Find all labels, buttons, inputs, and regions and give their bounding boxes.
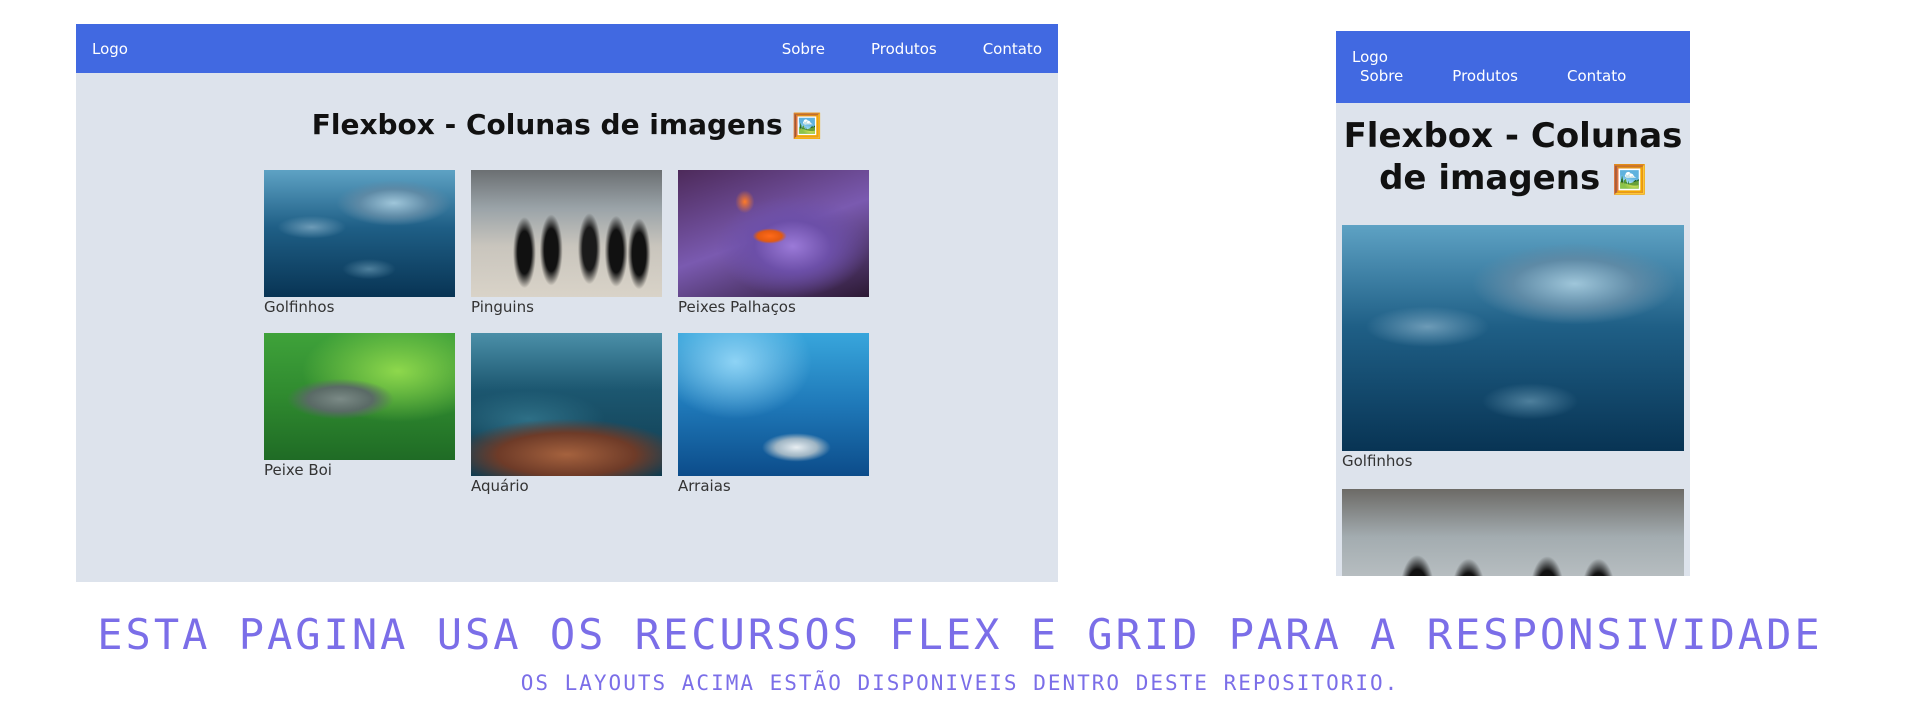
gallery-caption: Aquário: [471, 477, 529, 495]
page-title-text: Flexbox - Colunas de imagens: [311, 108, 783, 141]
mobile-preview: Logo Sobre Produtos Contato Flexbox - Co…: [1336, 31, 1690, 576]
penguins-image: [471, 170, 662, 297]
nav-link-sobre[interactable]: Sobre: [782, 40, 825, 58]
nav-links: Sobre Produtos Contato: [782, 40, 1042, 58]
gallery-item: Peixe Boi: [264, 333, 455, 480]
nav-link-contato[interactable]: Contato: [983, 40, 1042, 58]
mobile-navbar: Logo Sobre Produtos Contato: [1336, 31, 1690, 103]
desktop-preview: Logo Sobre Produtos Contato Flexbox - Co…: [76, 24, 1058, 582]
penguins-image: [1342, 489, 1684, 576]
gallery-item: Arraias: [678, 333, 869, 496]
gallery-item: Aquário: [471, 333, 662, 496]
page-title: Flexbox - Colunas de imagens 🖼️: [76, 107, 1058, 144]
nav-link-produtos[interactable]: Produtos: [871, 40, 937, 58]
dolphins-image: [264, 170, 455, 297]
responsive-headline: Esta pagina usa os recursos flex e grid …: [97, 610, 1823, 659]
picture-icon: 🖼️: [792, 112, 823, 140]
nav-link-sobre[interactable]: Sobre: [1360, 67, 1403, 85]
page-title: Flexbox - Colunas de imagens 🖼️: [1336, 115, 1690, 201]
nav-link-contato[interactable]: Contato: [1567, 67, 1626, 85]
gallery-caption: Arraias: [678, 477, 731, 495]
gallery-caption: Pinguins: [471, 298, 534, 316]
picture-icon: 🖼️: [1612, 163, 1647, 196]
nav-logo[interactable]: Logo: [92, 40, 782, 58]
gallery-item: Golfinhos: [1342, 225, 1684, 471]
nav-links: Sobre Produtos Contato: [1360, 67, 1626, 85]
gallery-caption: Peixes Palhaços: [678, 298, 796, 316]
dolphins-image: [1342, 225, 1684, 451]
gallery-caption: Peixe Boi: [264, 461, 332, 479]
gallery-caption: Golfinhos: [1342, 452, 1413, 470]
clownfish-image: [678, 170, 869, 297]
gallery-caption: Golfinhos: [264, 298, 335, 316]
gallery-item: Golfinhos: [264, 170, 455, 317]
stingrays-image: [678, 333, 869, 476]
gallery-item: Peixes Palhaços: [678, 170, 869, 317]
repository-note: Os layouts acima estão disponiveis dentr…: [520, 671, 1400, 695]
nav-link-produtos[interactable]: Produtos: [1452, 67, 1518, 85]
aquarium-image: [471, 333, 662, 476]
nav-logo[interactable]: Logo: [1352, 48, 1388, 66]
image-gallery: Golfinhos Pinguins Peixes Palhaços Peixe…: [264, 170, 876, 496]
desktop-navbar: Logo Sobre Produtos Contato: [76, 24, 1058, 73]
gallery-item: [1342, 489, 1684, 576]
manatee-image: [264, 333, 455, 460]
gallery-item: Pinguins: [471, 170, 662, 317]
